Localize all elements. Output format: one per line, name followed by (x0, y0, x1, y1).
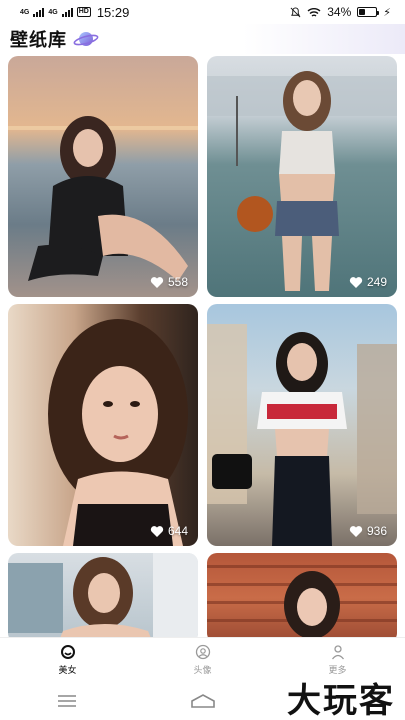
wallpaper-card[interactable]: 936 (207, 304, 397, 546)
heart-icon (150, 276, 164, 288)
tab-avatar[interactable]: 头像 (135, 638, 270, 681)
wallpaper-card[interactable]: 558 (8, 56, 198, 297)
smile-tab-icon (60, 644, 75, 659)
battery-percent: 34% (327, 5, 352, 19)
clock: 15:29 (96, 4, 130, 20)
wifi-icon (307, 7, 321, 17)
avatar-tab-icon (195, 644, 210, 659)
wallpaper-card[interactable]: 249 (207, 56, 397, 297)
network-type-1: 4G (20, 8, 30, 16)
wallpaper-image (207, 71, 397, 291)
heart-icon (349, 276, 363, 288)
hd-badge: HD (76, 7, 91, 17)
like-count-value: 558 (167, 275, 188, 289)
app-header: 壁纸库 (0, 24, 405, 54)
wallpaper-card[interactable] (207, 553, 397, 637)
like-count: 936 (349, 524, 387, 538)
like-count: 249 (349, 275, 387, 289)
home-icon[interactable] (190, 693, 216, 709)
network-type-2: 4G (48, 8, 58, 16)
menu-icon[interactable] (57, 694, 77, 708)
status-bar: 4G 4G HD 15:29 34% ⚡ (0, 0, 405, 24)
like-count: 644 (150, 524, 188, 538)
wallpaper-image (207, 565, 397, 637)
like-count-value: 644 (167, 524, 188, 538)
heart-icon (150, 525, 164, 537)
tab-beauty[interactable]: 美女 (0, 638, 135, 681)
page-title: 壁纸库 (10, 30, 67, 50)
user-tab-icon (331, 644, 344, 659)
wallpaper-card[interactable] (8, 553, 198, 637)
signal-icon (33, 7, 45, 17)
planet-icon (73, 32, 99, 46)
wallpaper-image (207, 324, 397, 546)
battery-icon (357, 7, 380, 17)
tab-label: 头像 (193, 664, 212, 675)
signal-icon-2 (61, 7, 73, 17)
watermark: 大玩客 (287, 681, 395, 720)
like-count: 558 (150, 275, 188, 289)
wallpaper-image (8, 116, 198, 281)
tab-label: 美女 (58, 664, 77, 675)
wallpaper-card[interactable]: 644 (8, 304, 198, 546)
like-count-value: 249 (366, 275, 387, 289)
wallpaper-image (48, 319, 188, 546)
wallpaper-grid[interactable]: 558 249 644 936 (0, 54, 405, 637)
charging-icon: ⚡ (383, 6, 391, 19)
wallpaper-image (8, 553, 198, 637)
like-count-value: 936 (366, 524, 387, 538)
mute-icon (290, 6, 301, 17)
heart-icon (349, 525, 363, 537)
